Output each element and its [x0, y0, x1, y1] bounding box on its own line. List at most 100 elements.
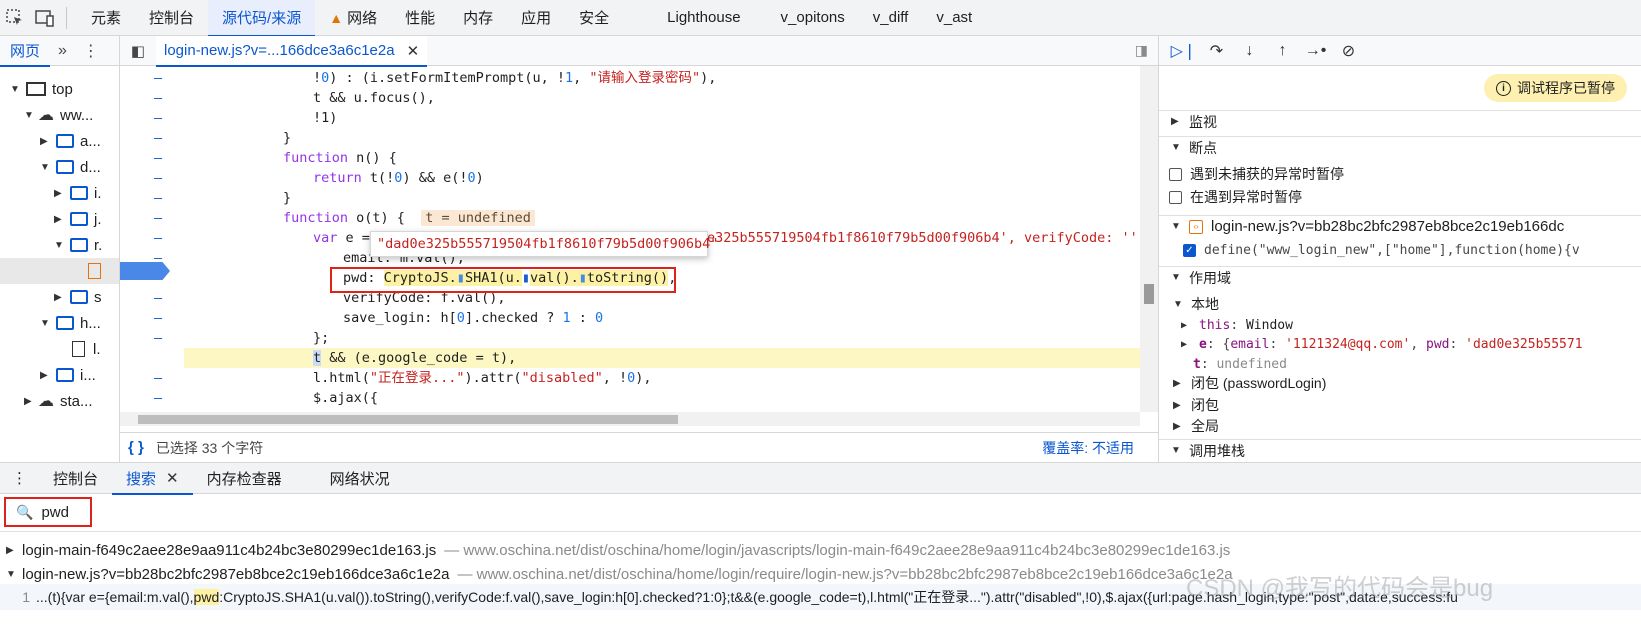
scrollbar-thumb[interactable]: [1144, 284, 1154, 304]
tab-v-opitons[interactable]: v_opitons: [767, 0, 859, 36]
breakpoint-marker[interactable]: [120, 262, 170, 280]
toggle-debugger-icon[interactable]: ◨: [1135, 42, 1148, 59]
drawer-tab-console[interactable]: 控制台: [39, 462, 112, 494]
breakpoint-file-label: login-new.js?v=bb28bc2bfc2987eb8bce2c19e…: [1211, 218, 1565, 235]
match-before: ...(t){var e={email:m.val(),: [36, 589, 194, 605]
tree-item-folder[interactable]: ▼ h...: [40, 310, 101, 336]
breakpoint-entry[interactable]: ✓ define("www_login_new",["home"],functio…: [1159, 239, 1641, 261]
breakpoint-file[interactable]: ▼ ‹› login-new.js?v=bb28bc2bfc2987eb8bce2c…: [1159, 215, 1641, 237]
tab-network-label: 网络: [347, 10, 378, 27]
tab-application[interactable]: 应用: [507, 0, 565, 36]
tree-item-folder[interactable]: ▶ s: [54, 284, 102, 310]
drawer-tab-label: 搜索: [126, 470, 157, 488]
section-scope[interactable]: ▼ 作用域: [1159, 266, 1641, 288]
toggle-navigator-icon[interactable]: ◧: [120, 42, 156, 60]
file-tab-label: login-new.js?v=...166dce3a6c1e2a: [164, 42, 395, 59]
source-editor: ◧ login-new.js?v=...166dce3a6c1e2a ✕ ◨ –!…: [120, 35, 1158, 462]
drawer-menu-icon[interactable]: ⋮: [0, 462, 39, 494]
tab-page[interactable]: 网页: [0, 36, 51, 67]
tab-sources[interactable]: 源代码/来源: [208, 0, 316, 37]
expanded-arrow-icon: ▼: [1171, 142, 1181, 153]
search-field[interactable]: 🔍: [4, 497, 92, 527]
scope-global[interactable]: ▶ 全局: [1159, 415, 1641, 437]
drawer-tab-network-conditions[interactable]: 网络状况: [316, 462, 404, 494]
tab-v-ast[interactable]: v_ast: [922, 0, 986, 36]
section-breakpoints[interactable]: ▼ 断点: [1159, 136, 1641, 158]
collapsed-arrow-icon: ▶: [54, 213, 62, 225]
tab-network[interactable]: ▲ 网络: [315, 0, 391, 36]
expanded-arrow-icon: ▼: [1171, 272, 1181, 283]
code-view[interactable]: – !0) : (i.setFormItemPrompt(u, !1, "请输入登…: [120, 66, 1158, 412]
folder-icon: [56, 316, 74, 330]
tab-v-diff[interactable]: v_diff: [859, 0, 923, 36]
tree-item-folder[interactable]: ▶ a...: [40, 128, 101, 154]
resume-icon[interactable]: ▷❘: [1167, 36, 1200, 66]
drawer-tab-memory-inspector[interactable]: 内存检查器: [193, 462, 296, 494]
device-toolbar-icon[interactable]: [30, 3, 60, 33]
tree-item-folder[interactable]: ▶ i...: [40, 362, 96, 388]
info-icon: i: [1496, 80, 1511, 96]
tab-lighthouse[interactable]: Lighthouse: [653, 0, 754, 36]
folder-icon: [56, 160, 74, 174]
more-options-icon[interactable]: ⋮: [75, 41, 107, 61]
section-watch[interactable]: ▶ 监视: [1159, 110, 1641, 132]
tab-security[interactable]: 安全: [565, 0, 623, 36]
search-icon: 🔍: [16, 503, 34, 520]
coverage-status[interactable]: 覆盖率: 不适用: [1042, 438, 1134, 458]
tree-item-file[interactable]: l.: [68, 336, 101, 362]
step-out-icon[interactable]: ↑: [1266, 36, 1299, 66]
more-tabs-icon[interactable]: »: [50, 42, 75, 60]
step-icon[interactable]: →•: [1299, 36, 1332, 66]
section-call-stack[interactable]: ▼ 调用堆栈: [1159, 439, 1641, 461]
close-icon[interactable]: ✕: [166, 469, 179, 487]
hover-value-popover: "dad0e325b555719504fb1f8610f79b5d00f906b…: [370, 231, 718, 257]
code-line: – function o(t) { t = undefined: [120, 208, 1140, 228]
drawer-tab-search[interactable]: 搜索 ✕: [112, 462, 193, 495]
scope-closure-password-login[interactable]: ▶ 闭包 (passwordLogin): [1159, 372, 1641, 394]
scope-local[interactable]: ▼ 本地: [1159, 293, 1641, 315]
expanded-arrow-icon: ▼: [1171, 221, 1181, 232]
deactivate-breakpoints-icon[interactable]: ⊘: [1332, 36, 1365, 66]
folder-icon: [56, 134, 74, 148]
horizontal-scrollbar[interactable]: [120, 412, 1140, 426]
editor-status-bar: { } 已选择 33 个字符 覆盖率: 不适用: [120, 432, 1158, 462]
tree-item-selected-file[interactable]: [0, 258, 119, 284]
expanded-arrow-icon: ▼: [1171, 445, 1181, 456]
selection-status: 已选择 33 个字符: [155, 439, 264, 456]
scope-var-e[interactable]: ▶ e: {email: '1121324@qq.com', pwd: 'dad0…: [1159, 333, 1641, 355]
tree-item-folder[interactable]: ▶ i.: [54, 180, 102, 206]
scope-label: 本地: [1191, 296, 1219, 312]
debugger-pane: ▷❘ ↷ ↓ ↑ →• ⊘ i 调试程序已暂停 ▶ 监视 ▼ 断点 遇到未捕获的异常时…: [1158, 36, 1641, 462]
script-file-icon: [88, 263, 101, 279]
tree-item-folder[interactable]: ▶ j.: [54, 206, 102, 232]
paused-label: 调试程序已暂停: [1517, 80, 1615, 96]
pause-caught-option[interactable]: 在遇到异常时暂停: [1159, 186, 1641, 208]
checkbox[interactable]: [1169, 167, 1182, 181]
pretty-print-icon[interactable]: { }: [128, 439, 144, 456]
vertical-scrollbar[interactable]: [1140, 66, 1158, 412]
checkbox[interactable]: [1169, 190, 1182, 204]
tree-item-folder[interactable]: ▼ r.: [54, 232, 102, 258]
search-input[interactable]: [41, 503, 86, 521]
tab-console[interactable]: 控制台: [135, 0, 208, 36]
step-into-icon[interactable]: ↓: [1233, 36, 1266, 66]
tree-label: ww...: [60, 106, 94, 124]
tree-item-domain[interactable]: ▶ ☁ sta...: [24, 388, 93, 414]
close-icon[interactable]: ✕: [407, 42, 420, 60]
tree-item-domain[interactable]: ▼ ☁ ww...: [24, 102, 93, 128]
inspect-element-icon[interactable]: [0, 3, 30, 33]
tab-performance[interactable]: 性能: [391, 0, 449, 36]
tree-item-top[interactable]: ▼ top: [10, 76, 73, 102]
pause-uncaught-option[interactable]: 遇到未捕获的异常时暂停: [1159, 163, 1641, 185]
scrollbar-thumb[interactable]: [138, 415, 678, 424]
checkbox-checked[interactable]: ✓: [1183, 243, 1196, 257]
file-tab[interactable]: login-new.js?v=...166dce3a6c1e2a ✕: [156, 35, 428, 67]
tree-item-folder[interactable]: ▼ d...: [40, 154, 101, 180]
step-over-icon[interactable]: ↷: [1200, 36, 1233, 66]
watermark: CSDN @我写的代码会是bug: [1186, 575, 1494, 602]
frame-icon: [26, 82, 46, 96]
tab-memory[interactable]: 内存: [449, 0, 507, 36]
tab-elements[interactable]: 元素: [77, 0, 135, 36]
scope-closure[interactable]: ▶ 闭包: [1159, 394, 1641, 416]
sources-navigator: 网页 » ⋮ ▼ top ▼ ☁ ww... ▶ a... ▼ d... ▶ i. ▶ j. …: [0, 36, 120, 462]
